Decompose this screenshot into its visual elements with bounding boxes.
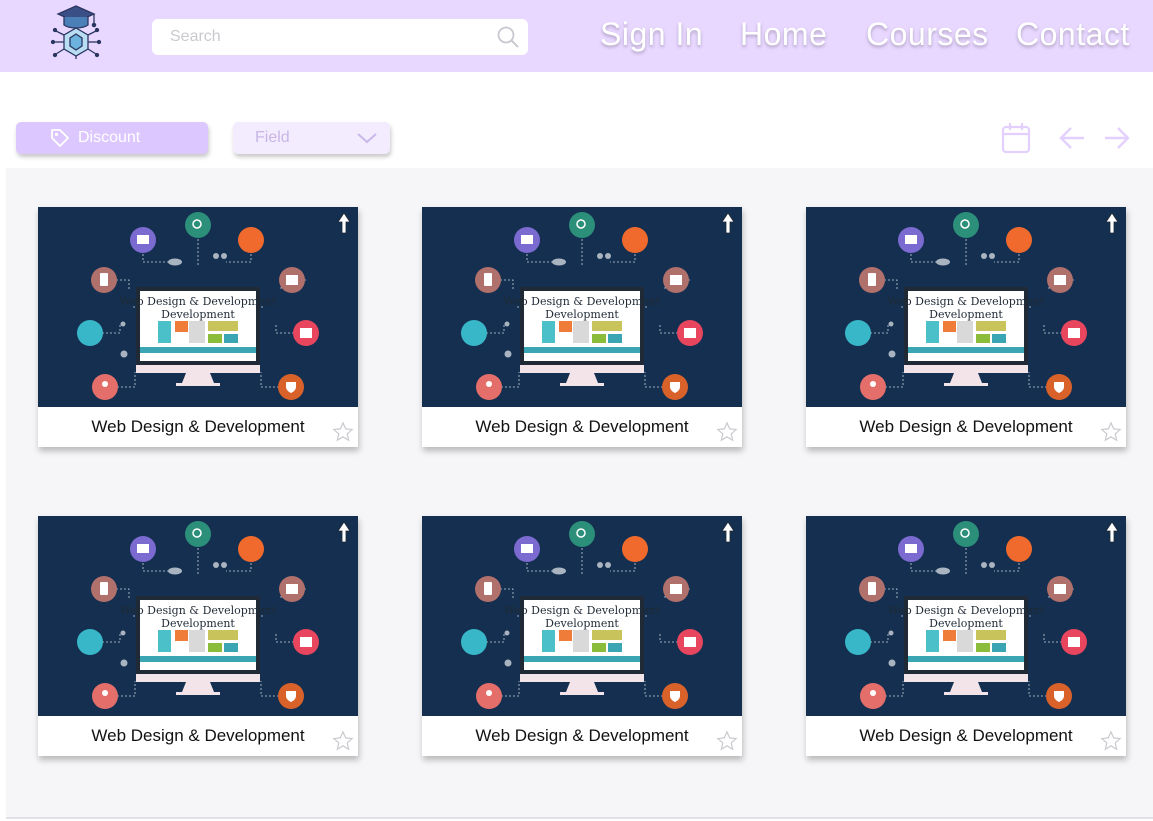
course-card[interactable]: Web Design & Development Development Web… (806, 516, 1126, 756)
course-card[interactable]: Web Design & Development Development Web… (422, 207, 742, 447)
svg-text:Web Design & Development: Web Design & Development (504, 604, 661, 617)
course-thumbnail[interactable]: Web Design & Development Development (422, 516, 742, 716)
svg-text:Web Design & Development: Web Design & Development (888, 295, 1045, 308)
course-thumbnail[interactable]: Web Design & Development Development (38, 516, 358, 716)
course-title[interactable]: Web Design & Development (806, 417, 1126, 437)
course-title[interactable]: Web Design & Development (806, 726, 1126, 746)
course-card[interactable]: Web Design & Development Development Web… (806, 207, 1126, 447)
svg-text:Web Design & Development: Web Design & Development (120, 604, 277, 617)
course-title[interactable]: Web Design & Development (422, 417, 742, 437)
discount-button[interactable]: Discount (16, 122, 208, 154)
course-title[interactable]: Web Design & Development (38, 417, 358, 437)
course-card[interactable]: Web Design & Development Development Web… (38, 207, 358, 447)
svg-text:Development: Development (545, 617, 619, 630)
star-icon[interactable] (1100, 421, 1122, 443)
course-card[interactable]: Web Design & Development Development Web… (422, 516, 742, 756)
discount-label: Discount (78, 129, 141, 146)
course-thumbnail[interactable]: Web Design & Development Development (422, 207, 742, 407)
star-icon[interactable] (716, 421, 738, 443)
arrow-left-icon[interactable] (1058, 122, 1088, 154)
search-icon[interactable] (496, 25, 520, 49)
svg-text:Web Design & Development: Web Design & Development (504, 295, 661, 308)
svg-text:Development: Development (161, 308, 235, 321)
search-bar[interactable] (152, 19, 528, 55)
course-thumbnail[interactable]: Web Design & Development Development (38, 207, 358, 407)
svg-text:Development: Development (161, 617, 235, 630)
course-thumbnail[interactable]: Web Design & Development Development (806, 516, 1126, 716)
star-icon[interactable] (716, 730, 738, 752)
course-title[interactable]: Web Design & Development (422, 726, 742, 746)
svg-text:Web Design & Development: Web Design & Development (888, 604, 1045, 617)
search-input[interactable] (170, 19, 490, 55)
header: Sign In Home Courses Contact (0, 0, 1153, 72)
tag-icon (50, 128, 70, 148)
nav-sign-in[interactable]: Sign In (600, 16, 703, 53)
arrow-right-icon[interactable] (1102, 122, 1132, 154)
svg-text:Development: Development (929, 308, 1003, 321)
star-icon[interactable] (332, 421, 354, 443)
logo-icon[interactable] (48, 4, 104, 60)
star-icon[interactable] (332, 730, 354, 752)
svg-text:Development: Development (545, 308, 619, 321)
svg-text:Development: Development (929, 617, 1003, 630)
field-dropdown[interactable]: Field (233, 122, 390, 154)
course-card[interactable]: Web Design & Development Development Web… (38, 516, 358, 756)
nav-courses[interactable]: Courses (866, 16, 989, 53)
svg-text:Web Design & Development: Web Design & Development (120, 295, 277, 308)
course-thumbnail[interactable]: Web Design & Development Development (806, 207, 1126, 407)
nav-contact[interactable]: Contact (1016, 16, 1130, 53)
course-title[interactable]: Web Design & Development (38, 726, 358, 746)
calendar-icon[interactable] (1001, 122, 1031, 154)
chevron-down-icon (356, 131, 378, 145)
nav-home[interactable]: Home (740, 16, 827, 53)
star-icon[interactable] (1100, 730, 1122, 752)
field-label: Field (255, 129, 290, 146)
